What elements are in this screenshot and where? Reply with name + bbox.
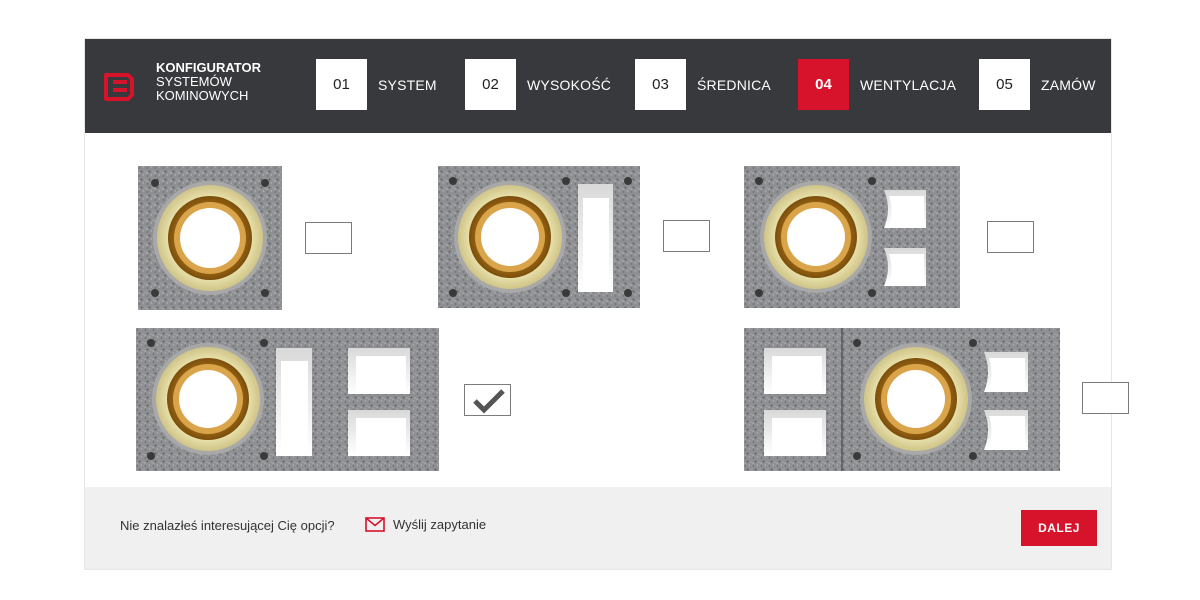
next-button[interactable]: DALEJ	[1021, 510, 1097, 546]
logo-icon	[104, 73, 134, 101]
step-height[interactable]: 02 WYSOKOŚĆ	[465, 59, 611, 110]
option-checkbox[interactable]	[1082, 382, 1129, 414]
header-bar: KONFIGURATOR SYSTEMÓW KOMINOWYCH 01 SYST…	[85, 39, 1111, 133]
brand-line-2: SYSTEMÓW	[156, 74, 232, 89]
step-number: 04	[798, 59, 849, 110]
step-label: WYSOKOŚĆ	[527, 76, 612, 93]
step-label: WENTYLACJA	[860, 76, 957, 93]
step-number: 03	[635, 59, 686, 110]
step-number: 01	[316, 59, 367, 110]
step-order[interactable]: 05 ZAMÓW	[979, 59, 1096, 110]
step-label: ŚREDNICA	[697, 76, 771, 93]
option-checkbox[interactable]	[305, 222, 352, 254]
option-checkbox[interactable]	[987, 221, 1034, 253]
footer-bar: Nie znalazłeś interesującej Cię opcji? W…	[85, 487, 1111, 569]
mail-icon	[365, 517, 385, 532]
brand-line-1: KONFIGURATOR	[156, 60, 261, 75]
options-area	[85, 133, 1129, 487]
step-ventilation[interactable]: 04 WENTYLACJA	[798, 59, 956, 110]
chimney-block-flue-vent-image[interactable]	[438, 166, 640, 308]
step-number: 02	[465, 59, 516, 110]
option-checkbox[interactable]	[663, 220, 710, 252]
chimney-block-vents-flue-vents-image[interactable]	[744, 328, 1060, 471]
step-system[interactable]: 01 SYSTEM	[316, 59, 437, 110]
no-option-question: Nie znalazłeś interesującej Cię opcji?	[120, 518, 335, 533]
checkmark-icon	[473, 389, 505, 414]
send-inquiry-label: Wyślij zapytanie	[393, 517, 487, 532]
chimney-block-flue-vent-two-vents-image[interactable]	[136, 328, 439, 471]
chimney-block-flue-two-vents-image[interactable]	[744, 166, 960, 308]
configurator-app: KONFIGURATOR SYSTEMÓW KOMINOWYCH 01 SYST…	[85, 39, 1129, 569]
send-inquiry-link[interactable]: Wyślij zapytanie	[365, 517, 486, 532]
app-brand-title: KONFIGURATOR SYSTEMÓW KOMINOWYCH	[156, 61, 261, 103]
step-label: ZAMÓW	[1041, 76, 1096, 93]
step-number: 05	[979, 59, 1030, 110]
option-checkbox-checked[interactable]	[464, 384, 511, 416]
chimney-block-single-flue-image[interactable]	[138, 166, 282, 310]
step-diameter[interactable]: 03 ŚREDNICA	[635, 59, 771, 110]
brand-line-3: KOMINOWYCH	[156, 88, 249, 103]
step-label: SYSTEM	[378, 76, 437, 93]
